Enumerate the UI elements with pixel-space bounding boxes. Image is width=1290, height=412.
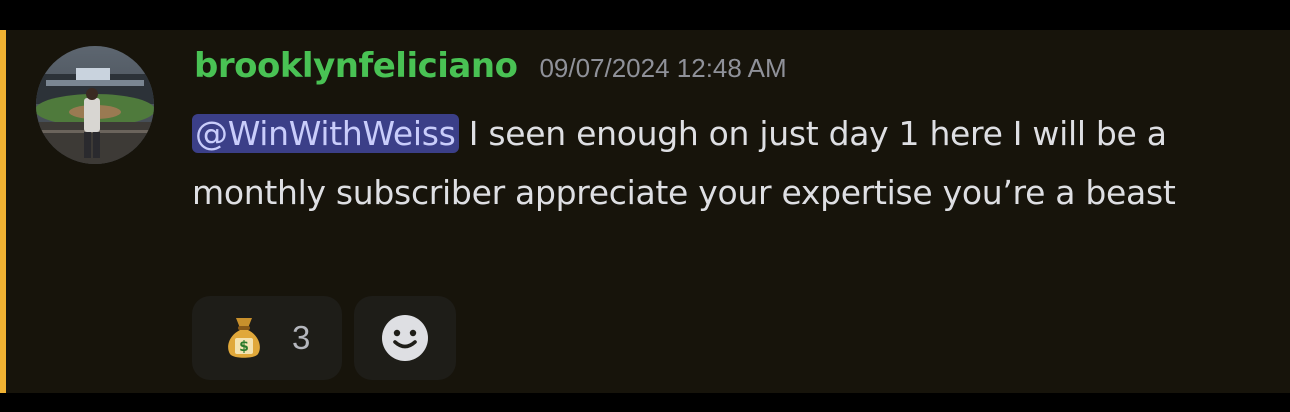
money-bag-icon: $ [228, 318, 260, 358]
username[interactable]: brooklynfeliciano [194, 46, 518, 86]
avatar-stadium-image [36, 46, 154, 164]
user-mention[interactable]: @WinWithWeiss [192, 114, 459, 153]
mention-highlight-bar [0, 30, 6, 393]
reaction-money-bag[interactable]: $ 3 [192, 296, 342, 380]
svg-text:$: $ [239, 339, 249, 355]
reaction-count: 3 [292, 319, 311, 356]
message-header: brooklynfeliciano 09/07/2024 12:48 AM [194, 46, 787, 86]
avatar[interactable] [36, 46, 154, 164]
chat-message[interactable]: brooklynfeliciano 09/07/2024 12:48 AM @Wi… [0, 30, 1290, 393]
timestamp: 09/07/2024 12:48 AM [539, 53, 787, 83]
reactions-bar: $ 3 [192, 296, 456, 380]
add-reaction-button[interactable] [354, 296, 456, 380]
smiley-add-reaction-icon [382, 315, 428, 361]
message-content: @WinWithWeiss I seen enough on just day … [192, 104, 1242, 222]
